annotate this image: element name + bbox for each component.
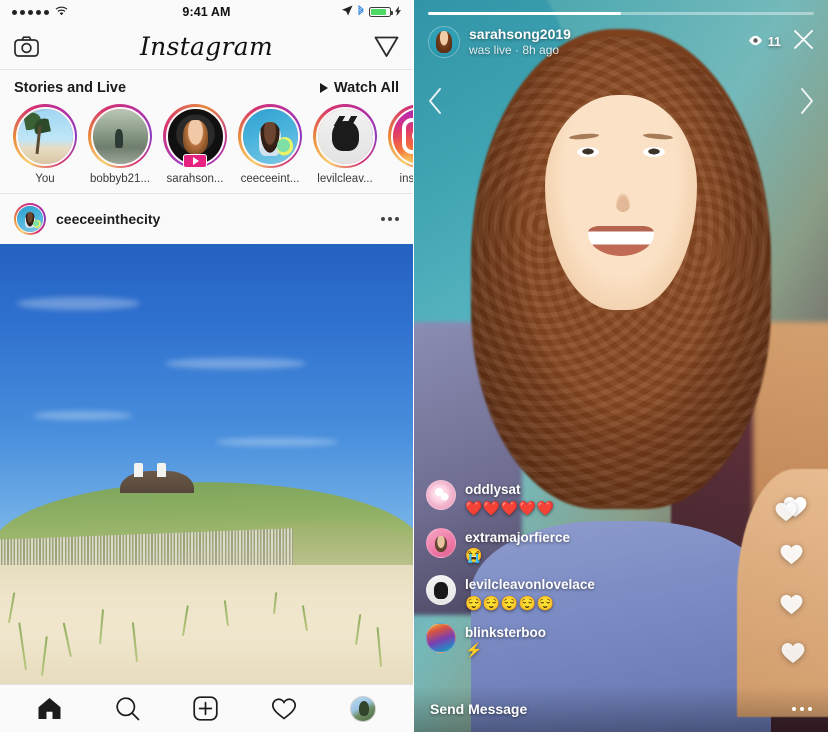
feed-nav-bar: Instagram (0, 24, 413, 70)
story-label: bobbyb21... (89, 173, 151, 185)
story-item-levilcleav[interactable]: levilcleav... (312, 104, 378, 185)
comment-text: 😌😌😌😌😌 (465, 594, 555, 611)
watch-all-label: Watch All (334, 80, 399, 96)
instagram-feed-screen: 9:41 AM Instagram Stories and Live Watch… (0, 0, 414, 732)
stories-list[interactable]: You bobbyb21... sarahson... ceeceeint...… (0, 102, 413, 193)
heart-icon (779, 593, 804, 621)
comment-username[interactable]: blinksterboo (465, 624, 546, 642)
sand-layer (0, 565, 413, 684)
story-label: instagra (399, 173, 413, 185)
live-header: sarahsong2019 was live · 8h ago 11 (414, 0, 828, 58)
stories-title: Stories and Live (14, 80, 127, 96)
comment-avatar[interactable] (426, 527, 456, 558)
story-ring (13, 104, 77, 168)
story-item-ceeceeint[interactable]: ceeceeint... (237, 104, 303, 185)
chevron-right-icon[interactable] (800, 88, 814, 119)
comment-text: 😭 (465, 547, 483, 564)
comment-item: blinksterboo ⚡ (426, 622, 726, 660)
stories-section: Stories and Live Watch All You bobbyb21.… (0, 70, 413, 194)
comment-item: oddlysat ❤️❤️❤️❤️❤️ (426, 480, 726, 517)
bottom-tab-bar[interactable] (0, 684, 413, 732)
eye-icon (748, 35, 763, 49)
dual-phone-screenshot: 9:41 AM Instagram Stories and Live Watch… (0, 0, 828, 732)
comment-username[interactable]: oddlysat (465, 481, 555, 499)
live-username[interactable]: sarahsong2019 (469, 26, 571, 44)
story-item-sarahson[interactable]: sarahson... (162, 104, 228, 185)
story-ring (313, 104, 377, 168)
story-ring (88, 104, 152, 168)
heart-icon[interactable] (271, 697, 297, 721)
watch-all-button[interactable]: Watch All (320, 80, 399, 96)
comment-username[interactable]: extramajorfierce (465, 529, 570, 547)
story-progress-bar (428, 12, 814, 15)
chevron-left-icon[interactable] (428, 88, 442, 119)
comment-text: ⚡ (465, 642, 483, 659)
story-label: ceeceeint... (240, 173, 300, 185)
add-post-icon[interactable] (193, 696, 218, 721)
live-comments-list[interactable]: oddlysat ❤️❤️❤️❤️❤️ extramajorfierce 😭 l… (426, 480, 726, 670)
post-username[interactable]: ceeceeinthecity (56, 211, 160, 227)
story-item-you[interactable]: You (12, 104, 78, 185)
comment-username[interactable]: levilcleavonlovelace (465, 576, 595, 594)
live-bottom-bar: Send Message (414, 686, 828, 732)
heart-icon (779, 543, 804, 571)
battery-icon (369, 7, 393, 17)
search-icon[interactable] (115, 696, 140, 721)
tower-left (134, 463, 144, 478)
story-item-instagram[interactable]: instagra (387, 104, 413, 185)
live-broadcaster-avatar[interactable] (428, 25, 460, 58)
story-label: levilcleav... (317, 173, 373, 185)
story-label: sarahson... (166, 173, 224, 185)
live-subtitle: was live · 8h ago (469, 43, 560, 57)
status-bar: 9:41 AM (0, 0, 413, 24)
close-x-icon[interactable] (793, 29, 814, 55)
status-time: 9:41 AM (182, 5, 231, 19)
more-options-icon[interactable] (381, 217, 399, 221)
live-play-badge (183, 154, 207, 168)
heart-icon (780, 641, 806, 670)
comment-avatar[interactable] (426, 480, 456, 511)
home-icon[interactable] (37, 697, 62, 720)
more-options-icon[interactable] (791, 706, 812, 712)
comment-item: levilcleavonlovelace 😌😌😌😌😌 (426, 575, 726, 612)
heart-icon (774, 501, 798, 528)
comment-item: extramajorfierce 😭 (426, 527, 726, 565)
profile-avatar-icon[interactable] (350, 695, 377, 722)
story-ring (238, 104, 302, 168)
stories-header: Stories and Live Watch All (0, 70, 413, 102)
comment-text: ❤️❤️❤️❤️❤️ (465, 499, 555, 516)
story-item-bobbyb21[interactable]: bobbyb21... (87, 104, 153, 185)
viewer-count-value: 11 (767, 34, 781, 49)
post-avatar[interactable] (14, 203, 46, 235)
instagram-logo: Instagram (139, 32, 274, 61)
tower-right (156, 463, 167, 478)
live-broadcaster-meta: sarahsong2019 was live · 8h ago (469, 26, 571, 59)
comment-avatar[interactable] (426, 575, 456, 606)
comment-avatar[interactable] (426, 622, 456, 653)
post-header: ceeceeinthecity (0, 194, 413, 244)
story-label: You (35, 173, 55, 185)
post-photo[interactable] (0, 244, 413, 684)
floating-hearts (770, 495, 814, 670)
instagram-live-screen: sarahsong2019 was live · 8h ago 11 oddly… (414, 0, 828, 732)
viewer-count: 11 (748, 35, 781, 49)
send-message-input[interactable]: Send Message (430, 701, 527, 717)
play-triangle-icon (320, 83, 329, 93)
story-ring (388, 104, 413, 168)
